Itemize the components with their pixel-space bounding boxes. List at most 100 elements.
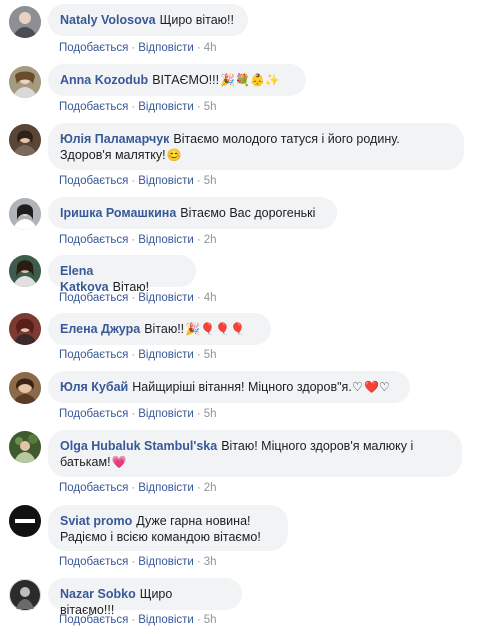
separator-dot: · (196, 101, 201, 113)
like-link[interactable]: Подобається (59, 614, 128, 626)
reply-link[interactable]: Відповісти (138, 234, 194, 246)
comment-text: ВІТАЄМО!!! (152, 73, 220, 87)
separator-dot: · (196, 614, 201, 626)
avatar[interactable] (9, 431, 41, 463)
like-link[interactable]: Подобається (59, 42, 128, 54)
comment-bubble: Olga Hubaluk Stambul'ska Вітаю! Міцного з… (48, 430, 462, 477)
user-avatar-icon (9, 6, 41, 38)
separator-dot: · (196, 42, 201, 54)
comment-author[interactable]: Sviat promo (60, 514, 132, 528)
comment-author[interactable]: Елена Джура (60, 322, 140, 336)
separator-dot: · (196, 556, 201, 568)
comment-actions: Подобається · Відповісти · 5h (59, 614, 217, 626)
comment-author[interactable]: Nataly Volosova (60, 13, 156, 27)
comment-author[interactable]: Nazar Sobko (60, 587, 136, 601)
separator-dot: · (196, 349, 201, 361)
comment-text: Вітаємо Вас дорогенькі (180, 206, 316, 220)
reply-link[interactable]: Відповісти (138, 408, 194, 420)
user-avatar-icon (9, 198, 41, 230)
comment-actions: Подобається · Відповісти · 4h (59, 292, 217, 304)
comment-timestamp[interactable]: 2h (204, 482, 217, 494)
comment-timestamp[interactable]: 5h (204, 614, 217, 626)
reply-link[interactable]: Відповісти (138, 614, 194, 626)
comment-actions: Подобається · Відповісти · 3h (59, 556, 217, 568)
avatar[interactable] (9, 198, 41, 230)
comment-timestamp[interactable]: 5h (204, 408, 217, 420)
emoji: ❤️♡ (364, 380, 390, 394)
reply-link[interactable]: Відповісти (138, 556, 194, 568)
comment-bubble: Elena Katkova Вітаю! (48, 255, 196, 294)
comment-timestamp[interactable]: 5h (204, 349, 217, 361)
separator-dot: · (131, 614, 136, 626)
reply-link[interactable]: Відповісти (138, 349, 194, 361)
emoji: 💗 (111, 455, 127, 469)
comment-actions: Подобається · Відповісти · 4h (59, 42, 217, 54)
user-avatar-icon (9, 505, 41, 537)
separator-dot: · (196, 292, 201, 304)
like-link[interactable]: Подобається (59, 349, 128, 361)
comment-actions: Подобається · Відповісти · 2h (59, 234, 217, 246)
separator-dot: · (131, 292, 136, 304)
emoji: 🎉🎈🎈🎈 (185, 322, 245, 336)
reply-link[interactable]: Відповісти (138, 292, 194, 304)
avatar[interactable] (9, 6, 41, 38)
comment-actions: Подобається · Відповісти · 5h (59, 175, 217, 187)
separator-dot: · (131, 482, 136, 494)
user-avatar-icon (9, 124, 41, 156)
comment-text: Найщиріші вітання! Міцного здоров"я.♡ (132, 380, 363, 394)
like-link[interactable]: Подобається (59, 234, 128, 246)
comment-timestamp[interactable]: 3h (204, 556, 217, 568)
user-avatar-icon (9, 579, 41, 611)
separator-dot: · (131, 349, 136, 361)
comment-bubble: Anna Kozodub ВІТАЄМО!!!🎉💐👶✨ (48, 64, 306, 96)
separator-dot: · (196, 175, 201, 187)
user-avatar-icon (9, 313, 41, 345)
reply-link[interactable]: Відповісти (138, 482, 194, 494)
user-avatar-icon (9, 372, 41, 404)
comment-bubble: Sviat promo Дуже гарна новина! Радіємо і … (48, 505, 288, 551)
comment-author[interactable]: Юлія Паламарчук (60, 132, 169, 146)
emoji: 😊 (166, 148, 182, 162)
emoji: 🎉💐👶✨ (220, 73, 280, 87)
user-avatar-icon (9, 255, 41, 287)
reply-link[interactable]: Відповісти (138, 101, 194, 113)
separator-dot: · (131, 175, 136, 187)
avatar[interactable] (9, 66, 41, 98)
comment-author[interactable]: Elena Katkova (60, 264, 109, 294)
comment-author[interactable]: Olga Hubaluk Stambul'ska (60, 439, 217, 453)
comment-author[interactable]: Anna Kozodub (60, 73, 148, 87)
avatar[interactable] (9, 372, 41, 404)
like-link[interactable]: Подобається (59, 175, 128, 187)
separator-dot: · (131, 234, 136, 246)
separator-dot: · (196, 482, 201, 494)
like-link[interactable]: Подобається (59, 101, 128, 113)
separator-dot: · (131, 556, 136, 568)
separator-dot: · (196, 408, 201, 420)
like-link[interactable]: Подобається (59, 556, 128, 568)
like-link[interactable]: Подобається (59, 408, 128, 420)
comment-timestamp[interactable]: 4h (204, 292, 217, 304)
like-link[interactable]: Подобається (59, 292, 128, 304)
comment-timestamp[interactable]: 5h (204, 101, 217, 113)
comment-timestamp[interactable]: 2h (204, 234, 217, 246)
comment-bubble: Елена Джура Вітаю!!🎉🎈🎈🎈 (48, 313, 271, 345)
comment-bubble: Юля Кубай Найщиріші вітання! Міцного здор… (48, 371, 410, 403)
comment-author[interactable]: Юля Кубай (60, 380, 128, 394)
avatar[interactable] (9, 505, 41, 537)
reply-link[interactable]: Відповісти (138, 42, 194, 54)
comment-bubble: Іришка Ромашкина Вітаємо Вас дорогенькі (48, 197, 337, 229)
comment-actions: Подобається · Відповісти · 5h (59, 408, 217, 420)
comment-text: Вітаю!! (144, 322, 185, 336)
like-link[interactable]: Подобається (59, 482, 128, 494)
separator-dot: · (131, 101, 136, 113)
comment-author[interactable]: Іришка Ромашкина (60, 206, 176, 220)
avatar[interactable] (9, 313, 41, 345)
avatar[interactable] (9, 579, 41, 611)
avatar[interactable] (9, 255, 41, 287)
comment-timestamp[interactable]: 5h (204, 175, 217, 187)
separator-dot: · (131, 408, 136, 420)
comment-timestamp[interactable]: 4h (204, 42, 217, 54)
avatar[interactable] (9, 124, 41, 156)
reply-link[interactable]: Відповісти (138, 175, 194, 187)
separator-dot: · (196, 234, 201, 246)
